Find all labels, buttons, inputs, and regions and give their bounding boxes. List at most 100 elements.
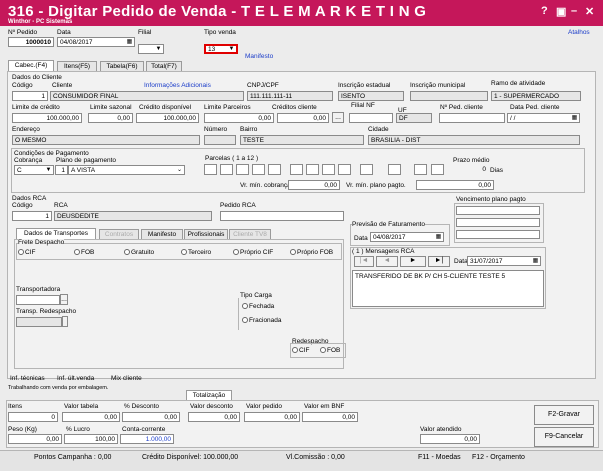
ped-cliente-field[interactable] xyxy=(439,113,505,123)
plano-select[interactable]: A VISTA ⌄ xyxy=(68,165,185,175)
creditos-lookup-button[interactable]: ... xyxy=(332,112,344,123)
valor-pedido-field[interactable]: 0,00 xyxy=(244,412,300,422)
valor-bnf-field[interactable]: 0,00 xyxy=(302,412,358,422)
parcela-8[interactable] xyxy=(322,164,335,175)
parcela-2[interactable] xyxy=(220,164,233,175)
valor-tabela-field[interactable]: 0,00 xyxy=(62,412,120,422)
tipo-venda-select[interactable]: 13 ▼ xyxy=(204,44,238,54)
numero-field[interactable] xyxy=(204,135,236,145)
carga-fracionada-radio[interactable]: Fracionada xyxy=(242,317,282,324)
tab-itens[interactable]: Itens(F5) xyxy=(57,61,97,71)
valor-desc-field[interactable]: 0,00 xyxy=(188,412,240,422)
chevron-down-icon[interactable]: ▼ xyxy=(227,46,236,52)
conta-corrente-field[interactable]: 1.000,00 xyxy=(120,434,174,444)
plano-codigo-field[interactable]: 1 xyxy=(55,165,68,175)
parcela-12[interactable] xyxy=(414,164,427,175)
transportadora-field[interactable] xyxy=(16,295,60,305)
redespacho-fob-radio[interactable]: FOB xyxy=(320,347,340,354)
orcamento-status[interactable]: F12 - Orçamento xyxy=(472,454,525,461)
moedas-status[interactable]: F11 - Moedas xyxy=(418,454,461,461)
limite-cred-field[interactable]: 100.000,00 xyxy=(12,113,82,123)
cancelar-button[interactable]: F9-Cancelar xyxy=(534,427,594,447)
vencimento-row-3[interactable] xyxy=(456,230,540,239)
msg-text-area[interactable]: TRANSFERIDO DE BK P/ CH 5-CLIENTE TESTE … xyxy=(352,270,544,307)
calendar-icon[interactable]: ▦ xyxy=(570,114,579,122)
tab-profissionais[interactable]: Profissionais xyxy=(184,229,228,239)
bairro-field[interactable]: TESTE xyxy=(240,135,364,145)
parcela-5[interactable] xyxy=(268,164,281,175)
calendar-icon[interactable]: ▦ xyxy=(125,38,134,46)
frete-proprio-cif-radio[interactable]: Próprio CIF xyxy=(233,249,273,256)
rca-nome-field[interactable]: DEUSDEDITE xyxy=(54,211,212,221)
frete-terceiro-radio[interactable]: Terceiro xyxy=(181,249,211,256)
cnpj-field[interactable]: 111.111.111-11 xyxy=(247,91,333,101)
shortcuts-link[interactable]: Atalhos xyxy=(568,29,590,36)
vencimento-row-1[interactable] xyxy=(456,206,540,215)
msg-first-button[interactable]: |◄ xyxy=(354,256,374,267)
itens-field[interactable]: 0 xyxy=(8,412,58,422)
calendar-icon[interactable]: ▦ xyxy=(531,257,540,265)
filial-field[interactable]: ▼ xyxy=(138,44,164,54)
redespacho-lookup-button[interactable] xyxy=(62,316,68,327)
cidade-field[interactable]: BRASILIA - DIST xyxy=(368,135,580,145)
insc-est-field[interactable]: ISENTO xyxy=(338,91,404,101)
tab-total[interactable]: Total(F7) xyxy=(146,61,182,71)
parcela-10[interactable] xyxy=(360,164,373,175)
tab-cliente-tv8[interactable]: Cliente TV8 xyxy=(229,229,271,239)
parcela-11[interactable] xyxy=(388,164,401,175)
restore-icon[interactable]: ▣ xyxy=(556,5,566,18)
frete-gratuito-radio[interactable]: Gratuito xyxy=(124,249,154,256)
msg-prev-button[interactable]: ◄ xyxy=(376,256,398,267)
vr-min-plano-field[interactable]: 0,00 xyxy=(416,180,494,190)
cliente-codigo-field[interactable]: 1 xyxy=(12,91,48,101)
msg-data-field[interactable]: 31/07/2017 ▦ xyxy=(467,256,541,266)
chevron-down-icon[interactable]: ▼ xyxy=(154,45,163,53)
pedido-rca-field[interactable] xyxy=(220,211,344,221)
parcela-1[interactable] xyxy=(204,164,217,175)
creditos-cli-field[interactable]: 0,00 xyxy=(277,113,329,123)
previsao-data-field[interactable]: 04/08/2017 ▦ xyxy=(370,232,444,242)
help-icon[interactable]: ? xyxy=(541,5,548,17)
parcela-3[interactable] xyxy=(236,164,249,175)
pct-desc-field[interactable]: 0,00 xyxy=(122,412,180,422)
num-pedido-field[interactable]: 1000010 xyxy=(8,37,54,47)
data-ped-field[interactable]: / / ▦ xyxy=(507,113,580,123)
pct-lucro-field[interactable]: 100,00 xyxy=(64,434,118,444)
minimize-icon[interactable]: – xyxy=(571,5,577,17)
frete-proprio-fob-radio[interactable]: Próprio FOB xyxy=(290,249,333,256)
inf-ult-venda-link[interactable]: Inf. últ.venda xyxy=(57,375,94,382)
parcela-6[interactable] xyxy=(290,164,303,175)
limite-saz-field[interactable]: 0,00 xyxy=(88,113,133,123)
redespacho-cif-radio[interactable]: CIF xyxy=(292,347,309,354)
transp-redespacho-field[interactable] xyxy=(16,317,62,327)
parcela-9[interactable] xyxy=(338,164,351,175)
peso-field[interactable]: 0,00 xyxy=(8,434,62,444)
cliente-nome-field[interactable]: CONSUMIDOR FINAL xyxy=(50,91,244,101)
chevron-down-icon[interactable]: ▼ xyxy=(44,166,53,174)
vencimento-row-2[interactable] xyxy=(456,218,540,227)
inf-tecnicas-link[interactable]: Inf. técnicas xyxy=(10,375,45,382)
gravar-button[interactable]: F2-Gravar xyxy=(534,405,594,425)
calendar-icon[interactable]: ▦ xyxy=(434,233,443,241)
frete-fob-radio[interactable]: FOB xyxy=(74,249,94,256)
vr-min-cob-field[interactable]: 0,00 xyxy=(288,180,340,190)
carga-fechada-radio[interactable]: Fechada xyxy=(242,303,274,310)
insc-mun-field[interactable] xyxy=(410,91,488,101)
limite-parc-field[interactable]: 0,00 xyxy=(204,113,274,123)
close-icon[interactable]: ✕ xyxy=(585,5,594,18)
parcela-13[interactable] xyxy=(431,164,444,175)
cobranca-select[interactable]: C ▼ xyxy=(14,165,54,175)
valor-atendido-field[interactable]: 0,00 xyxy=(420,434,480,444)
uf-field[interactable]: DF xyxy=(396,113,432,123)
tab-tabela[interactable]: Tabela(F6) xyxy=(100,61,144,71)
frete-cif-radio[interactable]: CIF xyxy=(18,249,35,256)
manifesto-link[interactable]: Manifesto xyxy=(245,53,273,60)
parcela-4[interactable] xyxy=(252,164,265,175)
msg-last-button[interactable]: ►| xyxy=(428,256,450,267)
endereco-field[interactable]: O MESMO xyxy=(12,135,200,145)
parcela-7[interactable] xyxy=(306,164,319,175)
chevron-down-icon[interactable]: ⌄ xyxy=(175,166,184,174)
tab-contratos[interactable]: Contratos xyxy=(99,229,139,239)
ramo-field[interactable]: 1 - SUPERMERCADO xyxy=(491,91,581,101)
tab-manifesto[interactable]: Manifesto xyxy=(141,229,183,239)
